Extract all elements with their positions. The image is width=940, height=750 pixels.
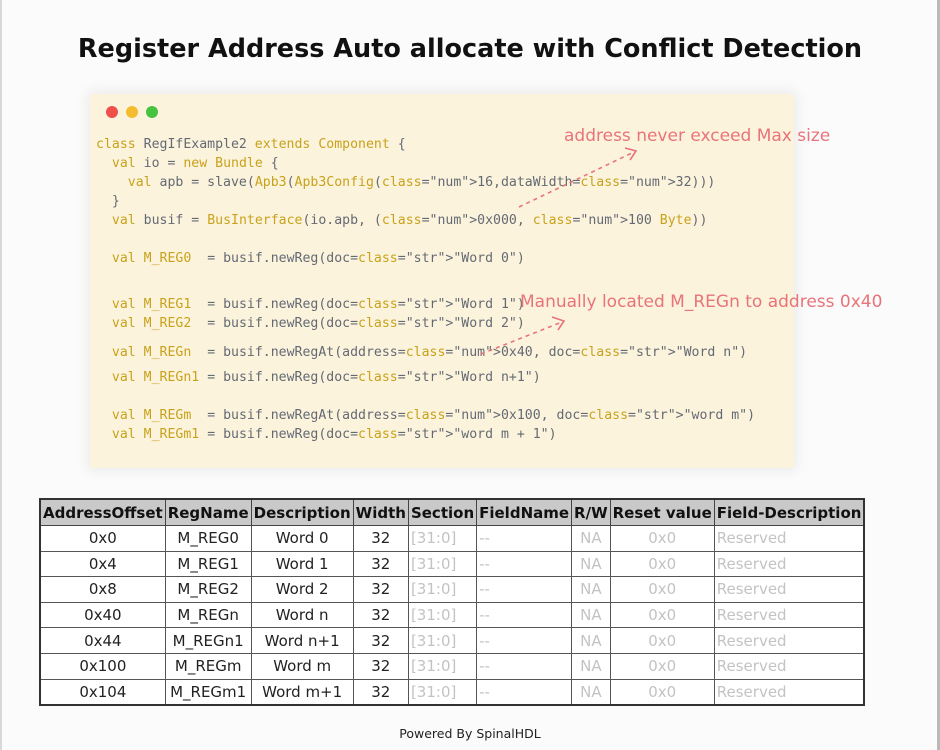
table-cell: NA bbox=[571, 576, 611, 603]
table-cell: [31:0] bbox=[407, 627, 478, 654]
table-cell: NA bbox=[571, 652, 611, 680]
table-cell: 0x4 bbox=[39, 550, 166, 578]
table-cell: M_REG0 bbox=[164, 525, 252, 552]
table-cell: Reserved bbox=[713, 678, 865, 706]
table-cell: NA bbox=[571, 627, 611, 654]
table-cell: Reserved bbox=[713, 576, 865, 603]
table-cell: Word m bbox=[250, 652, 354, 680]
column-header: Reset value bbox=[609, 498, 715, 526]
table-cell: Reserved bbox=[713, 627, 865, 654]
table-cell: -- bbox=[476, 525, 573, 552]
table-cell: [31:0] bbox=[407, 652, 478, 680]
table-cell: 0x104 bbox=[39, 678, 166, 706]
table-cell: M_REG2 bbox=[164, 576, 252, 603]
table-row: 0x4 M_REG1 Word 1 32 [31:0] -- NA 0x0 Reserved bbox=[39, 550, 865, 578]
table-cell: M_REGn bbox=[164, 601, 252, 629]
annotation-arrows bbox=[480, 147, 638, 355]
table-cell: 0x0 bbox=[609, 525, 715, 552]
table-cell: 0x0 bbox=[609, 601, 715, 629]
table-cell: 32 bbox=[352, 576, 409, 603]
table-cell: M_REGn1 bbox=[164, 627, 252, 654]
table-row: 0x0 M_REG0 Word 0 32 [31:0] -- NA 0x0 Reserved bbox=[39, 525, 865, 552]
table-cell: [31:0] bbox=[407, 525, 478, 552]
table-cell: Reserved bbox=[713, 601, 865, 629]
table-header-row: AddressOffset RegName Description Width Sect… bbox=[39, 498, 865, 526]
table-cell: 0x44 bbox=[39, 627, 166, 654]
annotation-max-size: address never exceed Max size bbox=[564, 126, 831, 146]
table-cell: 0x0 bbox=[609, 576, 715, 603]
table-cell: Reserved bbox=[713, 525, 865, 552]
table-cell: 0x8 bbox=[39, 576, 166, 603]
table-cell: Reserved bbox=[713, 550, 865, 578]
table-cell: 32 bbox=[352, 652, 409, 680]
table-row: 0x44 M_REGn1 Word n+1 32 [31:0] -- NA 0x0 Reserv… bbox=[39, 627, 865, 654]
table-row: 0x40 M_REGn Word n 32 [31:0] -- NA 0x0 Reserved bbox=[39, 601, 865, 629]
table-cell: Word n+1 bbox=[250, 627, 354, 654]
table-cell: Word 2 bbox=[250, 576, 354, 603]
table-cell: 0x0 bbox=[609, 550, 715, 578]
code-window: class RegIfExample2 extends Component { … bbox=[90, 94, 882, 468]
column-header: Section bbox=[407, 498, 478, 526]
table-cell: M_REG1 bbox=[164, 550, 252, 578]
table-cell: NA bbox=[571, 550, 611, 578]
table-row: 0x8 M_REG2 Word 2 32 [31:0] -- NA 0x0 Reserved bbox=[39, 576, 865, 603]
table-cell: 32 bbox=[352, 601, 409, 629]
table-cell: 0x0 bbox=[609, 652, 715, 680]
table-cell: -- bbox=[476, 576, 573, 603]
table-cell: 0x0 bbox=[609, 678, 715, 706]
table-cell: [31:0] bbox=[407, 678, 478, 706]
column-header: Width bbox=[352, 498, 409, 526]
table-cell: [31:0] bbox=[407, 550, 478, 578]
table-cell: -- bbox=[476, 627, 573, 654]
table-cell: -- bbox=[476, 601, 573, 629]
page-title: Register Address Auto allocate with Conf… bbox=[77, 34, 863, 64]
column-header: Field-Description bbox=[713, 498, 865, 526]
footer-credit: Powered By SpinalHDL bbox=[399, 726, 541, 741]
register-table: AddressOffset RegName Description Width Sect… bbox=[39, 498, 866, 707]
table-cell: NA bbox=[571, 601, 611, 629]
table-cell: NA bbox=[571, 678, 611, 706]
table-cell: -- bbox=[476, 652, 573, 680]
table-cell: M_REGm1 bbox=[164, 678, 252, 706]
table-cell: 0x100 bbox=[39, 652, 166, 680]
table-row: 0x104 M_REGm1 Word m+1 32 [31:0] -- NA 0x0 Reser… bbox=[39, 678, 865, 706]
table-cell: M_REGm bbox=[164, 652, 252, 680]
table-cell: Reserved bbox=[713, 652, 865, 680]
table-cell: Word n bbox=[250, 601, 354, 629]
table-cell: 32 bbox=[352, 525, 409, 552]
frame-left-edge bbox=[0, 0, 2, 750]
table-cell: 0x0 bbox=[39, 525, 166, 552]
table-cell: Word 1 bbox=[250, 550, 354, 578]
table-cell: 32 bbox=[352, 627, 409, 654]
table-cell: 32 bbox=[352, 678, 409, 706]
column-header: R/W bbox=[571, 498, 611, 526]
table-cell: -- bbox=[476, 678, 573, 706]
table-cell: -- bbox=[476, 550, 573, 578]
annotation-manual-location: Manually located M_REGn to address 0x40 bbox=[520, 292, 883, 312]
column-header: FieldName bbox=[476, 498, 573, 526]
table-cell: 0x0 bbox=[609, 627, 715, 654]
table-cell: [31:0] bbox=[407, 601, 478, 629]
table-cell: [31:0] bbox=[407, 576, 478, 603]
table-cell: NA bbox=[571, 525, 611, 552]
table-cell: Word 0 bbox=[250, 525, 354, 552]
table-cell: Word m+1 bbox=[250, 678, 354, 706]
column-header: AddressOffset bbox=[39, 498, 166, 526]
column-header: Description bbox=[250, 498, 354, 526]
table-cell: 0x40 bbox=[39, 601, 166, 629]
table-cell: 32 bbox=[352, 550, 409, 578]
column-header: RegName bbox=[164, 498, 252, 526]
table-row: 0x100 M_REGm Word m 32 [31:0] -- NA 0x0 Reserved bbox=[39, 652, 865, 680]
